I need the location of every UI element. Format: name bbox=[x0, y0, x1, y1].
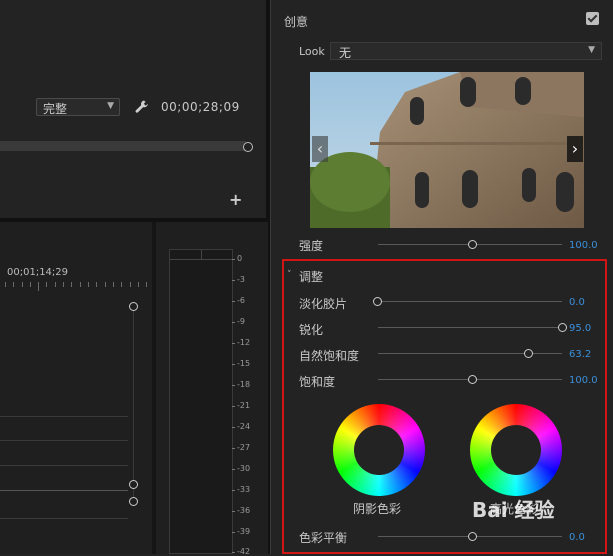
color-balance-label: 色彩平衡 bbox=[299, 531, 348, 545]
look-preview-image bbox=[310, 72, 584, 228]
highlight-tint-color-wheel[interactable] bbox=[470, 404, 562, 496]
previous-look-button[interactable]: ‹ bbox=[312, 136, 328, 162]
saturation-value[interactable]: 100.0 bbox=[569, 375, 598, 386]
intensity-value[interactable]: 100.0 bbox=[569, 240, 598, 251]
meter-scale-label: -6 bbox=[232, 296, 245, 305]
playhead-scrub-bar[interactable] bbox=[0, 141, 246, 151]
track-divider bbox=[0, 490, 128, 491]
meter-scale-label: -42 bbox=[231, 547, 251, 556]
chevron-down-icon: ▼ bbox=[588, 45, 595, 55]
faded-film-slider[interactable] bbox=[378, 301, 562, 302]
vibrance-label: 自然饱和度 bbox=[299, 349, 360, 363]
sharpen-slider[interactable] bbox=[378, 327, 562, 328]
zoom-scroll-handle[interactable] bbox=[243, 142, 253, 152]
meter-scale-label: -15 bbox=[231, 359, 251, 368]
playback-quality-select[interactable]: 完整 ▼ bbox=[36, 98, 120, 116]
playhead-timecode[interactable]: 00;00;28;09 bbox=[161, 100, 240, 114]
sharpen-label: 锐化 bbox=[299, 323, 324, 337]
saturation-slider-handle[interactable] bbox=[468, 375, 477, 384]
scroll-handle[interactable] bbox=[129, 480, 138, 489]
meter-scale-label: -3 bbox=[232, 275, 245, 284]
meter-scale-label: -9 bbox=[232, 317, 245, 326]
timeline-vertical-scrollbar[interactable] bbox=[133, 306, 134, 506]
color-balance-slider-handle[interactable] bbox=[468, 532, 477, 541]
timeline-time-label: 00;01;14;29 bbox=[7, 267, 69, 278]
audio-meter bbox=[169, 249, 234, 554]
look-value: 无 bbox=[339, 46, 352, 60]
vibrance-value[interactable]: 63.2 bbox=[569, 349, 591, 360]
shadow-tint-label: 阴影色彩 bbox=[353, 502, 402, 516]
creative-section-title[interactable]: 创意 bbox=[284, 13, 308, 30]
playback-quality-value: 完整 bbox=[43, 102, 68, 116]
sharpen-slider-handle[interactable] bbox=[558, 323, 567, 332]
faded-film-slider-handle[interactable] bbox=[373, 297, 382, 306]
meter-scale-label: -33 bbox=[231, 485, 251, 494]
meter-scale-label: -30 bbox=[231, 464, 251, 473]
creative-enable-checkbox[interactable] bbox=[586, 12, 599, 25]
meter-scale-label: 0 bbox=[231, 254, 243, 263]
meter-scale-label: -18 bbox=[231, 380, 251, 389]
chevron-down-icon: ▼ bbox=[107, 101, 114, 111]
timeline-ruler[interactable] bbox=[0, 282, 150, 292]
timeline-divider bbox=[152, 222, 156, 554]
meter-scale-label: -12 bbox=[231, 338, 251, 347]
color-balance-value[interactable]: 0.0 bbox=[569, 532, 585, 543]
look-label: Look bbox=[299, 45, 325, 58]
wrench-icon[interactable] bbox=[134, 99, 150, 115]
track-divider bbox=[0, 518, 128, 519]
track-divider bbox=[0, 440, 128, 441]
track-divider bbox=[0, 465, 128, 466]
next-look-button[interactable]: › bbox=[567, 136, 583, 162]
look-select[interactable]: 无 ▼ bbox=[330, 42, 602, 60]
intensity-slider-handle[interactable] bbox=[468, 240, 477, 249]
meter-scale-label: -24 bbox=[231, 422, 251, 431]
shadow-tint-color-wheel[interactable] bbox=[333, 404, 425, 496]
vibrance-slider-handle[interactable] bbox=[524, 349, 533, 358]
meter-scale-label: -39 bbox=[231, 527, 251, 536]
sharpen-value[interactable]: 95.0 bbox=[569, 323, 591, 334]
scroll-handle[interactable] bbox=[129, 302, 138, 311]
scroll-handle[interactable] bbox=[129, 497, 138, 506]
faded-film-label: 淡化胶片 bbox=[299, 297, 348, 311]
meter-scale-label: -36 bbox=[231, 506, 251, 515]
add-button-icon[interactable]: + bbox=[229, 190, 242, 209]
track-divider bbox=[0, 416, 128, 417]
intensity-label: 强度 bbox=[299, 239, 324, 253]
chevron-down-icon[interactable]: ˅ bbox=[287, 270, 292, 280]
baidu-watermark: Bai 经验 bbox=[472, 498, 555, 522]
faded-film-value[interactable]: 0.0 bbox=[569, 297, 585, 308]
meter-scale-label: -21 bbox=[231, 401, 251, 410]
meter-scale-label: -27 bbox=[231, 443, 251, 452]
vibrance-slider[interactable] bbox=[378, 353, 562, 354]
saturation-label: 饱和度 bbox=[299, 375, 336, 389]
adjust-section-title[interactable]: 调整 bbox=[299, 268, 323, 285]
